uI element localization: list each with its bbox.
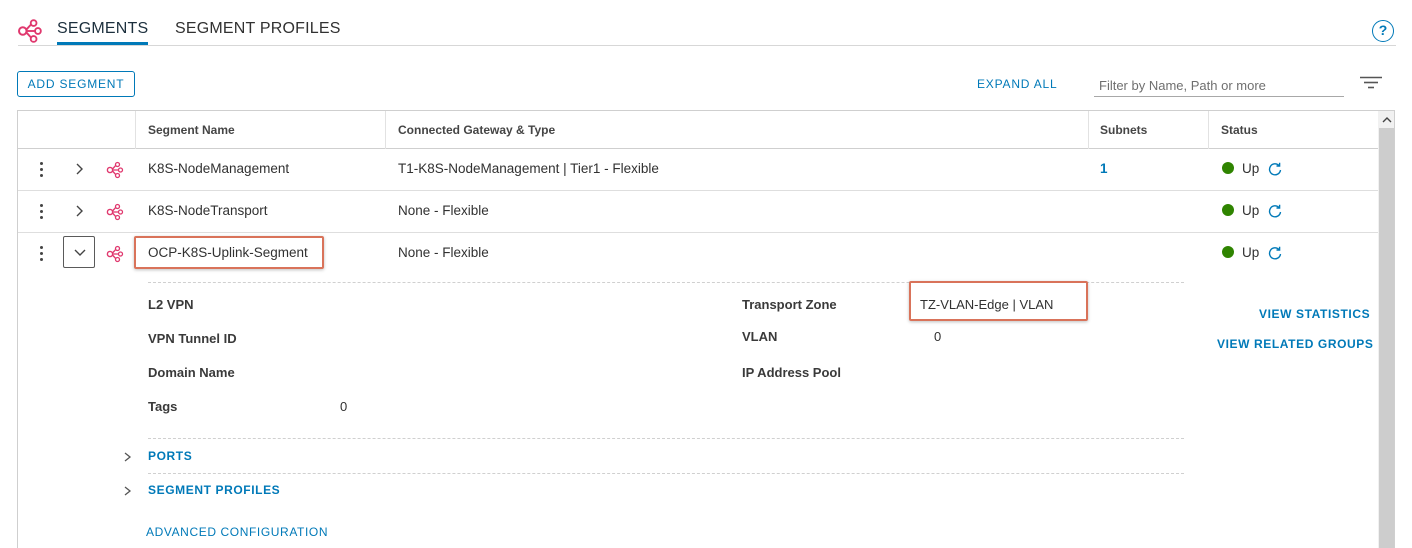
tab-divider: [18, 45, 1396, 46]
tags-value: 0: [340, 399, 348, 414]
transport-zone-value: TZ-VLAN-Edge | VLAN: [920, 297, 1054, 312]
subnets-count-link[interactable]: 1: [1100, 161, 1108, 176]
kebab-menu-icon[interactable]: [38, 244, 44, 264]
gateway-type: None - Flexible: [398, 203, 489, 218]
vlan-label: VLAN: [742, 329, 778, 344]
detail-divider: [148, 438, 1184, 439]
chevron-right-icon[interactable]: [72, 202, 88, 220]
view-related-groups-link[interactable]: VIEW RELATED GROUPS: [1217, 337, 1374, 351]
status-text: Up: [1242, 161, 1260, 176]
vpn-tunnel-id-label: VPN Tunnel ID: [148, 331, 237, 346]
status-text: Up: [1242, 245, 1260, 260]
column-separator: [385, 111, 386, 149]
ports-section-toggle[interactable]: PORTS: [148, 449, 192, 463]
table-row: K8S-NodeTransport None - Flexible Up: [18, 191, 1378, 233]
column-header-subnets[interactable]: Subnets: [1100, 123, 1147, 137]
column-header-segment-name[interactable]: Segment Name: [148, 123, 235, 137]
table-row-expanded: OCP-K8S-Uplink-Segment None - Flexible U…: [18, 233, 1378, 275]
segment-name[interactable]: OCP-K8S-Uplink-Segment: [148, 245, 308, 260]
column-header-status[interactable]: Status: [1221, 123, 1258, 137]
status-text: Up: [1242, 203, 1260, 218]
kebab-menu-icon[interactable]: [38, 202, 44, 222]
filter-lines-icon[interactable]: [1360, 76, 1382, 90]
chevron-right-icon[interactable]: [122, 484, 134, 498]
add-segment-button[interactable]: ADD SEGMENT: [17, 71, 135, 97]
refresh-icon[interactable]: [1267, 161, 1283, 177]
segment-network-icon: [106, 245, 124, 263]
top-tab-bar: SEGMENTS SEGMENT PROFILES ?: [0, 0, 1412, 48]
tags-label: Tags: [148, 399, 178, 414]
column-separator: [1208, 111, 1209, 149]
segment-network-icon: [106, 161, 124, 179]
segment-name[interactable]: K8S-NodeManagement: [148, 161, 289, 176]
domain-name-label: Domain Name: [148, 365, 235, 380]
segment-network-icon: [106, 203, 124, 221]
segment-name[interactable]: K8S-NodeTransport: [148, 203, 268, 218]
vlan-value: 0: [934, 329, 942, 344]
expand-all-button[interactable]: EXPAND ALL: [977, 77, 1057, 91]
ip-address-pool-label: IP Address Pool: [742, 365, 841, 380]
filter-input[interactable]: [1094, 71, 1344, 97]
column-separator: [1088, 111, 1089, 149]
chevron-down-icon[interactable]: [72, 244, 88, 262]
refresh-icon[interactable]: [1267, 245, 1283, 261]
scrollbar-thumb[interactable]: [1379, 128, 1394, 548]
tab-segments[interactable]: SEGMENTS: [57, 20, 148, 38]
column-header-gateway[interactable]: Connected Gateway & Type: [398, 123, 555, 137]
detail-divider: [148, 473, 1184, 474]
status-up-dot: [1222, 246, 1234, 258]
help-circle-icon[interactable]: ?: [1372, 20, 1394, 42]
datagrid-header: Segment Name Connected Gateway & Type Su…: [18, 111, 1378, 149]
segment-network-icon: [18, 19, 42, 43]
column-separator: [135, 111, 136, 149]
l2vpn-label: L2 VPN: [148, 297, 194, 312]
scroll-up-arrow-icon[interactable]: [1381, 115, 1393, 125]
chevron-right-icon[interactable]: [122, 450, 134, 464]
gateway-type: None - Flexible: [398, 245, 489, 260]
refresh-icon[interactable]: [1267, 203, 1283, 219]
gateway-type: T1-K8S-NodeManagement | Tier1 - Flexible: [398, 161, 659, 176]
transport-zone-label: Transport Zone: [742, 297, 837, 312]
status-up-dot: [1222, 162, 1234, 174]
tab-segment-profiles[interactable]: SEGMENT PROFILES: [175, 20, 341, 38]
kebab-menu-icon[interactable]: [38, 160, 44, 180]
advanced-configuration-link[interactable]: ADVANCED CONFIGURATION: [146, 525, 328, 539]
chevron-right-icon[interactable]: [72, 160, 88, 178]
table-row: K8S-NodeManagement T1-K8S-NodeManagement…: [18, 149, 1378, 191]
status-up-dot: [1222, 204, 1234, 216]
segments-datagrid: Segment Name Connected Gateway & Type Su…: [17, 110, 1395, 548]
segment-profiles-section-toggle[interactable]: SEGMENT PROFILES: [148, 483, 280, 497]
view-statistics-link[interactable]: VIEW STATISTICS: [1259, 307, 1370, 321]
